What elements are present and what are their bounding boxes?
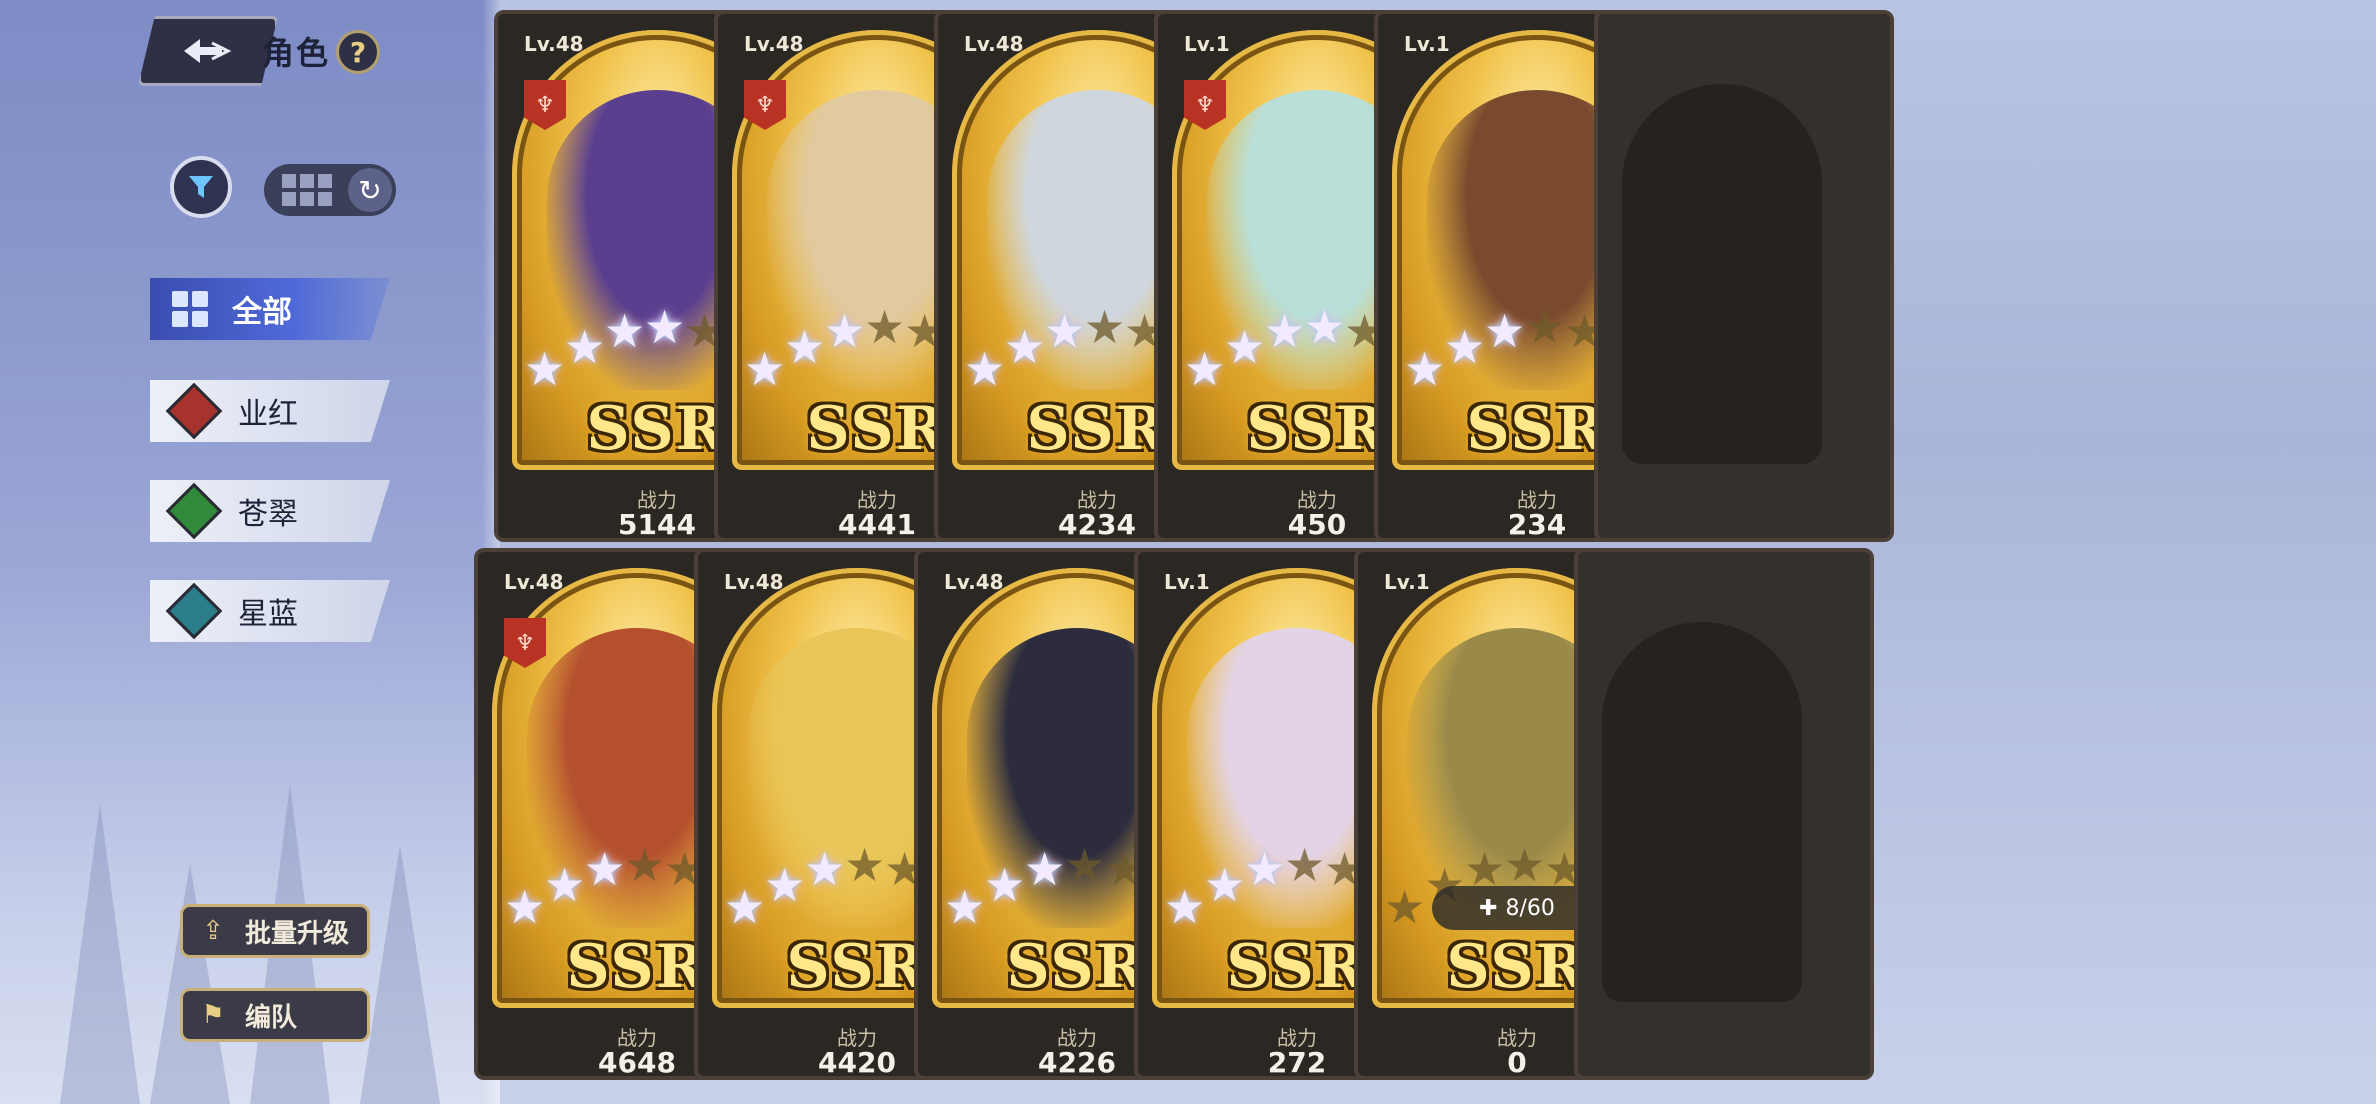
team-label: 编队 [245,1002,298,1033]
back-button[interactable] [138,16,278,86]
character-grid: Lv.48 ♨ ♆ ⚒ ★★★★★ SSR 战力 5144 ♡ Lv.48 ⚔ … [474,0,2376,1104]
level-label: Lv.1 [1184,32,1230,56]
rarity-badge: SSR [1446,932,1588,1002]
silhouette-placeholder [1622,84,1822,464]
star-filled-icon: ★ [1264,304,1306,358]
filter-tab-red[interactable]: 业红 [150,380,390,442]
star-filled-icon: ★ [944,880,986,934]
locked-character-slot[interactable] [1594,10,1894,542]
star-filled-icon: ★ [744,342,786,396]
level-label: Lv.48 [744,32,804,56]
star-filled-icon: ★ [524,342,566,396]
blue-gem-icon [165,582,223,640]
star-filled-icon: ★ [544,858,586,912]
star-filled-icon: ★ [1244,842,1286,896]
star-filled-icon: ★ [644,300,686,354]
rarity-badge: SSR [586,394,728,464]
red-gem-icon [165,382,223,440]
star-filled-icon: ★ [1304,300,1346,354]
back-arrow-icon [184,39,232,63]
star-filled-icon: ★ [964,342,1006,396]
star-empty-icon: ★ [1084,300,1126,354]
star-filled-icon: ★ [1204,858,1246,912]
filter-tab-label: 全部 [232,295,292,330]
view-toggle[interactable]: ↻ [264,164,396,216]
level-label: Lv.48 [504,570,564,594]
star-empty-icon: ★ [1504,838,1546,892]
star-empty-icon: ★ [864,300,906,354]
upgrade-scroll-icon: ⇪ [202,916,224,946]
filter-button[interactable] [170,156,232,218]
level-label: Lv.1 [1384,570,1430,594]
filter-tab-all[interactable]: 全部 [150,278,390,340]
star-filled-icon: ★ [1184,342,1226,396]
level-label: Lv.48 [724,570,784,594]
star-empty-icon: ★ [1284,838,1326,892]
level-label: Lv.48 [964,32,1024,56]
rarity-badge: SSR [1466,394,1608,464]
sidebar: 角色 ? ↻ 全部 业红 苍翠 星蓝 ⇪ 批量升级 ⚑ 编队 [0,0,500,1104]
star-filled-icon: ★ [1444,320,1486,374]
rarity-badge: SSR [1246,394,1388,464]
batch-upgrade-label: 批量升级 [245,918,350,949]
sort-cycle-icon[interactable]: ↻ [348,168,392,212]
star-empty-icon: ★ [844,838,886,892]
star-filled-icon: ★ [804,842,846,896]
filter-tab-label: 业红 [238,397,298,432]
star-empty-icon: ★ [624,838,666,892]
page-title: 角色 [262,34,331,72]
star-filled-icon: ★ [504,880,546,934]
star-filled-icon: ★ [784,320,826,374]
locked-character-slot[interactable] [1574,548,1874,1080]
level-label: Lv.48 [524,32,584,56]
rarity-badge: SSR [786,932,928,1002]
rarity-badge: SSR [1026,394,1168,464]
level-label: Lv.48 [944,570,1004,594]
star-filled-icon: ★ [984,858,1026,912]
filter-tab-green[interactable]: 苍翠 [150,480,390,542]
star-filled-icon: ★ [1224,320,1266,374]
star-empty-icon: ★ [1384,880,1426,934]
batch-upgrade-button[interactable]: ⇪ 批量升级 [180,904,370,958]
star-filled-icon: ★ [604,304,646,358]
star-filled-icon: ★ [764,858,806,912]
star-empty-icon: ★ [1064,838,1106,892]
level-label: Lv.1 [1404,32,1450,56]
rarity-badge: SSR [806,394,948,464]
grid-view-icon [282,174,332,206]
star-filled-icon: ★ [724,880,766,934]
team-banner-icon: ⚑ [201,1000,225,1030]
star-filled-icon: ★ [1044,304,1086,358]
star-filled-icon: ★ [1024,842,1066,896]
star-filled-icon: ★ [1404,342,1446,396]
all-category-icon [172,291,208,327]
star-filled-icon: ★ [1164,880,1206,934]
star-filled-icon: ★ [1484,304,1526,358]
silhouette-placeholder [1602,622,1802,1002]
help-button[interactable]: ? [336,30,380,74]
star-filled-icon: ★ [564,320,606,374]
rarity-badge: SSR [1006,932,1148,1002]
puzzle-piece-icon: ✚ [1479,895,1498,921]
star-filled-icon: ★ [584,842,626,896]
green-gem-icon [165,482,223,540]
star-filled-icon: ★ [824,304,866,358]
level-label: Lv.1 [1164,570,1210,594]
fragment-count: 8/60 [1505,895,1555,921]
filter-funnel-icon [189,176,213,198]
rarity-badge: SSR [1226,932,1368,1002]
star-empty-icon: ★ [1524,300,1566,354]
team-button[interactable]: ⚑ 编队 [180,988,370,1042]
filter-tab-blue[interactable]: 星蓝 [150,580,390,642]
star-filled-icon: ★ [1004,320,1046,374]
filter-tab-label: 苍翠 [238,497,298,532]
filter-tab-label: 星蓝 [238,597,298,632]
rarity-badge: SSR [566,932,708,1002]
